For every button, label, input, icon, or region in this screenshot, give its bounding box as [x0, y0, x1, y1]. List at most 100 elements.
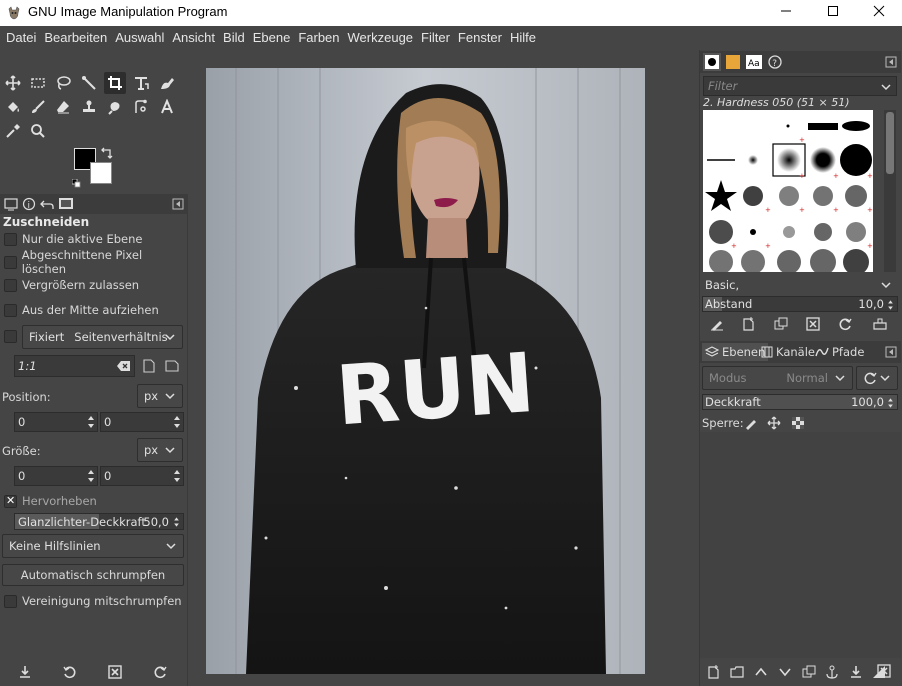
crop-tool-icon[interactable] [104, 72, 126, 94]
menu-hilfe[interactable]: Hilfe [506, 26, 540, 50]
highlight-opacity-slider[interactable]: Glanzlichter-Deckkraft 50,0 [14, 513, 184, 530]
highlight-option[interactable]: Hervorheben [4, 492, 97, 510]
scrollbar-thumb[interactable] [886, 112, 894, 174]
spin-arrows-icon[interactable] [886, 396, 895, 410]
text-tool-icon[interactable] [156, 96, 178, 118]
allow-growing-checkbox[interactable] [4, 278, 17, 292]
menu-fenster[interactable]: Fenster [454, 26, 506, 50]
rect-select-icon[interactable] [27, 72, 49, 94]
delete-brush-icon[interactable] [805, 316, 821, 332]
spin-arrows-icon[interactable] [172, 515, 181, 529]
raise-layer-icon[interactable] [753, 664, 769, 680]
swap-colors-icon[interactable] [100, 146, 114, 163]
new-layer-group-icon[interactable] [729, 664, 745, 680]
lock-pixels-icon[interactable] [744, 416, 758, 433]
restore-preset-icon[interactable] [62, 664, 78, 680]
landscape-icon[interactable] [165, 360, 179, 375]
background-color-swatch[interactable] [90, 162, 112, 184]
tab-paths[interactable]: Pfade [812, 343, 867, 361]
clone-stamp-icon[interactable] [78, 96, 100, 118]
layer-mode-dropdown[interactable]: Modus Normal [702, 366, 853, 390]
tool-options-tab-icon[interactable] [3, 196, 19, 212]
size-width-input[interactable]: 0 [14, 466, 98, 486]
brush-filter-input[interactable]: Filter [703, 76, 897, 96]
menu-auswahl[interactable]: Auswahl [111, 26, 168, 50]
lasso-select-icon[interactable] [52, 72, 74, 94]
position-y-input[interactable]: 0 [100, 412, 184, 432]
spin-arrows-icon[interactable] [86, 413, 96, 431]
menu-ansicht[interactable]: Ansicht [168, 26, 219, 50]
transform-tool-icon[interactable] [130, 72, 152, 94]
layers-list[interactable] [700, 432, 901, 658]
lock-alpha-icon[interactable] [791, 416, 805, 433]
reset-options-icon[interactable] [152, 664, 168, 680]
spin-arrows-icon[interactable] [172, 467, 182, 485]
menu-filter[interactable]: Filter [417, 26, 454, 50]
menu-bild[interactable]: Bild [219, 26, 249, 50]
spin-arrows-icon[interactable] [886, 298, 895, 312]
shrink-merged-option[interactable]: Vereinigung mitschrumpfen [4, 592, 182, 610]
delete-cropped-pixels-checkbox[interactable] [4, 255, 17, 269]
menu-datei[interactable]: Datei [2, 26, 40, 50]
help-tab-icon[interactable]: ? [766, 53, 784, 71]
size-unit-dropdown[interactable]: px [137, 438, 183, 462]
bucket-fill-icon[interactable] [2, 96, 24, 118]
device-status-tab-icon[interactable]: i [21, 196, 37, 212]
guides-dropdown[interactable]: Keine Hilfslinien [2, 534, 184, 558]
minimize-button[interactable] [763, 0, 809, 22]
delete-preset-icon[interactable] [107, 664, 123, 680]
merge-layer-icon[interactable] [848, 664, 864, 680]
spin-arrows-icon[interactable] [86, 467, 96, 485]
clear-entry-icon[interactable] [117, 360, 131, 372]
lock-position-icon[interactable] [767, 416, 781, 433]
expand-from-center-option[interactable]: Aus der Mitte aufziehen [4, 301, 159, 319]
image-canvas[interactable]: RUN [206, 68, 645, 674]
maximize-button[interactable] [810, 0, 856, 22]
fixed-mode-dropdown[interactable]: Fixiert Seitenverhältnis [22, 325, 183, 349]
composite-mode-dropdown[interactable] [856, 366, 898, 390]
save-preset-icon[interactable] [17, 664, 33, 680]
duplicate-brush-icon[interactable] [773, 316, 789, 332]
brush-scrollbar[interactable] [884, 110, 896, 272]
expand-from-center-checkbox[interactable] [4, 303, 17, 317]
brush-grid[interactable]: + + + + + + + + + + + [703, 110, 873, 272]
ratio-entry[interactable]: 1:1 [14, 355, 135, 377]
open-brush-as-image-icon[interactable] [872, 316, 888, 332]
eraser-icon[interactable] [52, 96, 74, 118]
allow-growing-option[interactable]: Vergrößern zulassen [4, 276, 139, 294]
close-button[interactable] [856, 0, 902, 22]
size-height-input[interactable]: 0 [100, 466, 184, 486]
duplicate-layer-icon[interactable] [801, 664, 817, 680]
new-brush-icon[interactable] [740, 316, 756, 332]
delete-cropped-pixels-option[interactable]: Abgeschnittene Pixel löschen [4, 248, 187, 276]
portrait-icon[interactable] [143, 359, 155, 376]
shrink-merged-checkbox[interactable] [4, 594, 17, 608]
tab-channels[interactable]: Kanäle [758, 343, 818, 361]
menu-farben[interactable]: Farben [294, 26, 343, 50]
layer-opacity-slider[interactable]: Deckkraft 100,0 [702, 394, 898, 410]
reset-colors-icon[interactable] [71, 178, 82, 192]
highlight-checkbox[interactable] [4, 494, 17, 508]
zoom-tool-icon[interactable] [27, 120, 49, 142]
warp-transform-icon[interactable] [156, 72, 178, 94]
configure-tab-icon[interactable] [170, 196, 186, 212]
only-active-layer-option[interactable]: Nur die aktive Ebene [4, 230, 142, 248]
only-active-layer-checkbox[interactable] [4, 232, 17, 246]
patterns-tab-icon[interactable] [724, 53, 742, 71]
fuzzy-select-icon[interactable] [78, 72, 100, 94]
menu-werkzeuge[interactable]: Werkzeuge [344, 26, 418, 50]
edit-brush-icon[interactable] [709, 316, 725, 332]
fixed-checkbox[interactable] [4, 330, 17, 343]
fonts-tab-icon[interactable]: Aa [745, 53, 763, 71]
paintbrush-icon[interactable] [27, 96, 49, 118]
smudge-icon[interactable] [104, 96, 126, 118]
spin-arrows-icon[interactable] [172, 413, 182, 431]
brushes-tab-icon[interactable] [703, 53, 721, 71]
anchor-layer-icon[interactable] [824, 664, 840, 680]
menu-bearbeiten[interactable]: Bearbeiten [40, 26, 111, 50]
brush-preset-dropdown[interactable]: Basic, [702, 276, 898, 294]
auto-shrink-button[interactable]: Automatisch schrumpfen [2, 564, 184, 586]
brush-spacing-slider[interactable]: Abstand 10,0 [702, 296, 898, 312]
images-tab-icon[interactable] [58, 196, 74, 212]
path-tool-icon[interactable] [130, 96, 152, 118]
